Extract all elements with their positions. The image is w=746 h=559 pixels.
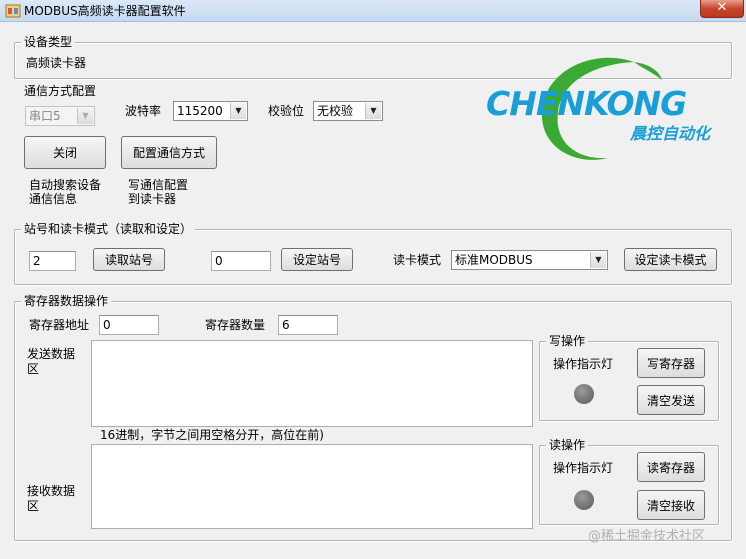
set-read-mode-button[interactable]: 设定读卡模式 [624,248,717,271]
send-data-textarea[interactable] [91,340,533,427]
title-bar: MODBUS高频读卡器配置软件 ✕ [0,0,746,22]
set-station-button[interactable]: 设定站号 [281,248,353,271]
receive-data-textarea[interactable] [91,444,533,529]
logo-tagline-text: 晨控自动化 [630,124,711,143]
parity-select[interactable]: 无校验 ▼ [313,101,383,121]
baud-select-value: 115200 [177,104,223,118]
register-address-label: 寄存器地址 [29,318,90,332]
window-title: MODBUS高频读卡器配置软件 [24,4,186,18]
register-address-field[interactable]: 0 [99,315,159,335]
write-register-button[interactable]: 写寄存器 [637,348,705,378]
read-mode-select-value: 标准MODBUS [455,253,533,267]
chevron-down-icon: ▼ [77,108,93,124]
read-register-button[interactable]: 读寄存器 [637,452,705,482]
hex-format-hint: 16进制，字节之间用空格分开，高位在前) [100,428,324,442]
station-group-title: 站号和读卡模式（读取和设定） [21,222,196,236]
read-station-button[interactable]: 读取站号 [93,248,165,271]
write-config-note: 写通信配置 到读卡器 [128,178,189,206]
port-select-value: 串口5 [29,109,61,123]
receive-data-label: 接收数据 区 [27,484,76,513]
chevron-down-icon: ▼ [590,252,606,268]
write-op-group-title: 写操作 [546,334,589,348]
write-indicator-led [574,384,594,404]
parity-label: 校验位 [268,104,305,118]
read-mode-label: 读卡模式 [393,253,442,267]
read-indicator-led [574,490,594,510]
port-select: 串口5 ▼ [25,106,95,126]
clear-send-button[interactable]: 清空发送 [637,385,705,415]
app-icon [5,4,21,18]
read-mode-select[interactable]: 标准MODBUS ▼ [451,250,608,270]
window-close-button[interactable]: ✕ [700,0,744,18]
device-type-group-title: 设备类型 [21,35,76,49]
logo-brand-text: CHENKONG [486,84,687,123]
read-op-group-title: 读操作 [546,438,589,452]
read-station-field[interactable]: 2 [29,251,76,271]
baud-label: 波特率 [125,104,162,118]
clear-receive-button[interactable]: 清空接收 [637,490,705,520]
register-count-field[interactable]: 6 [278,315,338,335]
company-logo: CHENKONG 晨控自动化 [484,50,730,170]
parity-select-value: 无校验 [317,104,354,118]
device-type-value: 高频读卡器 [26,56,87,70]
send-data-label: 发送数据 区 [27,347,76,376]
comm-config-group-title: 通信方式配置 [21,84,100,98]
set-station-field[interactable]: 0 [211,251,271,271]
chevron-down-icon: ▼ [365,103,381,119]
baud-select[interactable]: 115200 ▼ [173,101,248,121]
auto-search-note: 自动搜索设备 通信信息 [29,178,102,206]
write-indicator-label: 操作指示灯 [553,357,614,371]
read-indicator-label: 操作指示灯 [553,461,614,475]
config-comm-button[interactable]: 配置通信方式 [121,136,217,169]
watermark-text: @稀土掘金技术社区 [588,529,706,544]
close-connection-button[interactable]: 关闭 [24,136,106,169]
chevron-down-icon: ▼ [230,103,246,119]
register-count-label: 寄存器数量 [205,318,266,332]
register-group-title: 寄存器数据操作 [21,294,112,308]
